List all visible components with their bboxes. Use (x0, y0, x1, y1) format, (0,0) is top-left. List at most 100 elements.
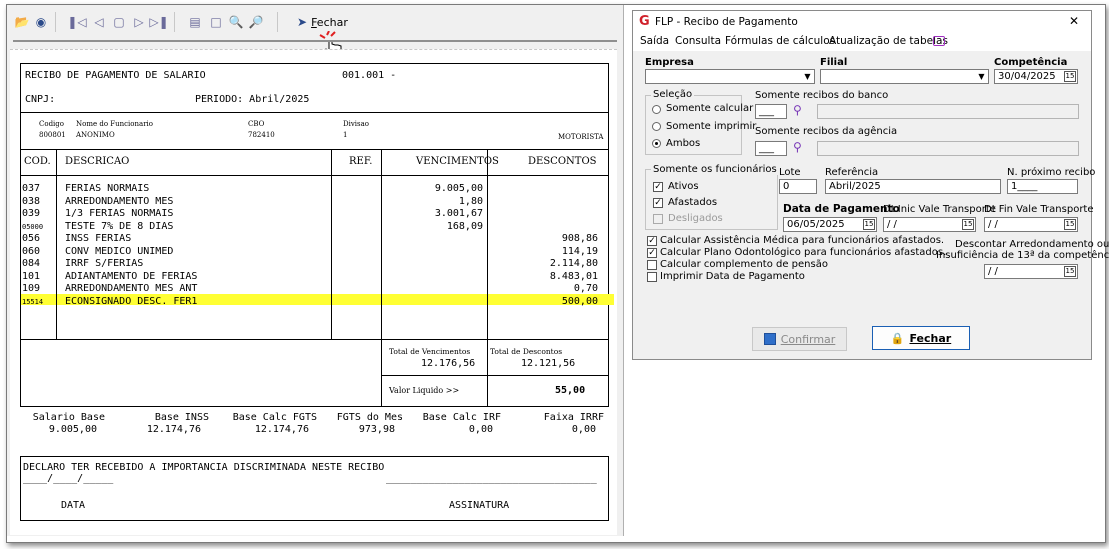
close-button[interactable]: 🔒 Fechar (872, 326, 970, 350)
radio-ambos[interactable] (652, 139, 661, 148)
checkbox-label: Ativos (668, 181, 699, 192)
signature-blank: ___________________________________ (386, 473, 597, 484)
confirm-button[interactable]: Confirmar (752, 327, 847, 351)
next-page-icon[interactable]: ▷ (131, 14, 147, 30)
vt-inicio-label: Dt Inic Vale Transporte (883, 204, 996, 215)
lote-label: Lote (779, 167, 801, 178)
page-width-icon[interactable]: ▤ (187, 14, 203, 30)
referencia-field[interactable]: Abril/2025 (825, 179, 1001, 194)
proximo-recibo-field[interactable]: 1____ (1007, 179, 1078, 194)
radio-somente-imprimir[interactable] (652, 122, 661, 131)
checkbox-imprimir-data[interactable] (647, 272, 657, 282)
calendar-icon[interactable]: 15 (863, 219, 875, 230)
menu-atualizacao[interactable]: Atualização de tabelas (829, 35, 948, 47)
filial-select[interactable]: ▼ (820, 69, 989, 84)
checkbox-desligados (653, 214, 663, 224)
banco-name-field (817, 104, 1079, 119)
competencia-field[interactable]: 30/04/2025 15 (994, 69, 1078, 84)
emp-name: ANONIMO (76, 131, 115, 139)
line-vencimento: 1,80 (458, 195, 483, 207)
emp-name-header: Nome do Funcionario (76, 120, 153, 128)
data-pagamento-field[interactable]: 06/05/2025 15 (783, 217, 877, 232)
checkbox-afastados[interactable]: ✓ (653, 198, 663, 208)
search-icon[interactable]: ⚲ (793, 140, 802, 154)
chat-icon[interactable] (933, 36, 945, 46)
menu-saida[interactable]: Saída (640, 35, 669, 47)
checkbox-ativos[interactable]: ✓ (653, 182, 663, 192)
last-page-icon[interactable]: ▷❚ (149, 14, 168, 30)
dialog-titlebar: G FLP - Recibo de Pagamento ✕ (633, 11, 1091, 33)
col-divider (487, 149, 488, 406)
checkbox-assist-medica[interactable]: ✓ (647, 236, 657, 246)
menu-consulta[interactable]: Consulta (675, 35, 721, 47)
checkbox-plano-odonto[interactable]: ✓ (647, 248, 657, 258)
zoom-out-icon[interactable]: 🔎 (248, 14, 264, 30)
emp-cbo: 782410 (248, 131, 275, 139)
dropdown-arrow-icon: ▼ (804, 72, 811, 81)
line-desconto: 908,86 (561, 233, 598, 244)
menu-bar: Saída Consulta Fórmulas de cálculos Atua… (633, 33, 1091, 51)
confirm-label: Confirmar (780, 332, 836, 346)
checkbox-label: Afastados (668, 197, 718, 208)
proximo-recibo-label: N. próximo recibo (1007, 167, 1096, 178)
line-desconto: 8.483,01 (549, 270, 598, 282)
signature-label: ASSINATURA (449, 500, 510, 511)
go-to-page-icon[interactable]: ▢ (111, 14, 127, 30)
calendar-icon[interactable]: 15 (962, 219, 974, 230)
banco-field[interactable]: ___ (755, 104, 787, 119)
open-folder-icon[interactable]: 📂 (14, 14, 30, 30)
agencia-label: Somente recibos da agência (755, 126, 898, 137)
agencia-field[interactable]: ___ (755, 141, 787, 156)
line-description: TESTE 7% DE 8 DIAS (65, 220, 174, 232)
viewer-toolbar: 📂 ◉ ❚◁ ◁ ▢ ▷ ▷❚ ▤ □ 🔍 🔎 ➤ Fechar (7, 5, 623, 59)
dropdown-arrow-icon: ▼ (978, 72, 985, 81)
lote-field[interactable]: 0 (779, 179, 817, 194)
base-header: Base Calc IRF (422, 412, 501, 423)
empresa-label: Empresa (645, 57, 694, 68)
line-description: FERIAS NORMAIS (65, 183, 150, 194)
banco-label: Somente recibos do banco (755, 90, 889, 101)
radio-label: Ambos (666, 138, 701, 149)
menu-formulas[interactable]: Fórmulas de cálculos (725, 35, 835, 47)
app-logo-icon: G (639, 14, 650, 29)
dialog-title: FLP - Recibo de Pagamento (655, 16, 798, 28)
radio-somente-calcular[interactable] (652, 105, 661, 114)
line-code: 038 (22, 195, 41, 207)
payslip-title: RECIBO DE PAGAMENTO DE SALARIO (25, 70, 206, 81)
first-page-icon[interactable]: ❚◁ (67, 14, 86, 30)
calendar-icon[interactable]: 15 (1064, 266, 1076, 277)
calendar-icon[interactable]: 15 (1064, 219, 1076, 230)
line-code: 15514 (22, 297, 44, 306)
arredondamento-field[interactable]: / / 15 (984, 264, 1078, 279)
empresa-select[interactable]: ▼ (645, 69, 815, 84)
line-description: ADIANTAMENTO DE FERIAS (65, 270, 198, 282)
net-value: 55,00 (555, 385, 586, 396)
col-divider (331, 149, 332, 339)
toolbar-divider (13, 40, 617, 42)
divider (21, 112, 608, 113)
prev-page-icon[interactable]: ◁ (91, 14, 107, 30)
data-pagamento-value: 06/05/2025 (787, 219, 845, 230)
close-window-icon[interactable]: ✕ (1069, 14, 1079, 28)
emp-division: 1 (343, 131, 348, 139)
full-page-icon[interactable]: □ (208, 14, 224, 30)
exit-door-icon: ➤ (297, 15, 308, 29)
vt-fim-field[interactable]: / / 15 (984, 217, 1078, 232)
save-icon (763, 333, 776, 345)
payslip-code: 001.001 - (342, 70, 397, 81)
calendar-icon[interactable]: 15 (1064, 71, 1076, 82)
line-code: 101 (22, 270, 41, 282)
checkbox-complemento-pensao[interactable] (647, 260, 657, 270)
base-value: 12.174,76 (254, 424, 309, 435)
line-vencimento: 3.001,67 (434, 208, 483, 219)
vt-inicio-field[interactable]: / / 15 (883, 217, 976, 232)
toolbar-separator (55, 12, 56, 32)
search-icon[interactable]: ⚲ (793, 103, 802, 117)
arredondamento-label-2: Insuficiência de 13ª da competência (936, 250, 1109, 261)
arredondamento-label-1: Descontar Arredondamento ou (955, 239, 1109, 250)
viewer-close-button[interactable]: ➤ Fechar (297, 13, 348, 31)
binoculars-icon[interactable]: ◉ (33, 14, 49, 30)
line-desconto: 500,00 (561, 295, 598, 307)
zoom-in-icon[interactable]: 🔍 (228, 14, 244, 30)
base-value: 9.005,00 (48, 424, 97, 435)
